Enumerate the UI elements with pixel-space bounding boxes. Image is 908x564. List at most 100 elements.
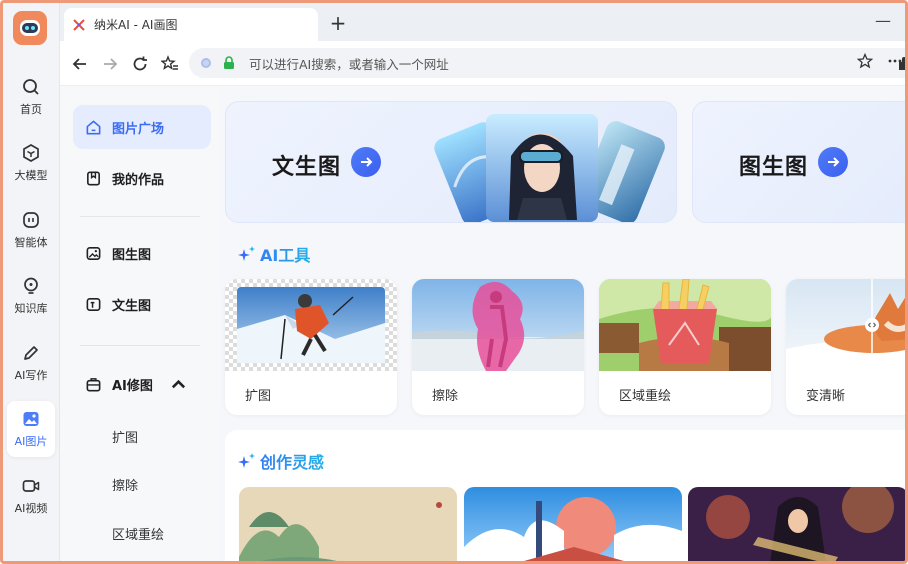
main-content: 文生图 图生图 AI工具 扩图 擦除 区域重绘 变清晰 创作灵感 — [220, 86, 905, 561]
tool-thumbnail — [786, 279, 905, 371]
arrow-right-icon — [104, 58, 118, 70]
tool-label: 区域重绘 — [619, 389, 672, 404]
tab-title: 纳米AI - AI画图 — [94, 18, 178, 32]
arrow-right-circle-icon — [351, 147, 381, 177]
sidebar-item-my-works[interactable]: 我的作品 — [73, 156, 211, 200]
sidebar-item-label: 我的作品 — [112, 172, 165, 188]
sidebar-item-label: 文生图 — [112, 298, 152, 314]
address-placeholder: 可以进行AI搜索，或者输入一个网址 — [249, 56, 449, 72]
tool-card-erase[interactable]: 擦除 — [412, 279, 584, 415]
new-tab-button[interactable]: + — [326, 11, 350, 35]
address-bar[interactable]: 可以进行AI搜索，或者输入一个网址 — [189, 48, 905, 78]
star-list-icon — [161, 55, 178, 70]
tool-thumbnail — [412, 279, 584, 371]
toolbox-icon — [86, 377, 101, 391]
rail-item-ai-image[interactable]: AI图片 — [7, 401, 55, 457]
minimize-button[interactable]: — — [875, 11, 891, 30]
image-sidebar: 图片广场 我的作品 图生图 文生图 AI修图 扩图 擦除 区域重绘 — [60, 86, 220, 561]
sidebar-item-label: AI修图 — [112, 378, 153, 394]
sidebar-subitem-region-redraw[interactable]: 区域重绘 — [112, 524, 164, 543]
rail-label: AI写作 — [14, 369, 48, 382]
inspiration-panel: 创作灵感 — [225, 430, 905, 561]
sidebar-divider — [80, 345, 200, 346]
rail-label: 智能体 — [14, 236, 48, 249]
nami-favicon-icon — [73, 18, 85, 31]
home-icon — [86, 120, 101, 134]
tool-label: 扩图 — [245, 389, 272, 404]
hero-card-img2img[interactable]: 图生图 — [692, 101, 905, 223]
rail-label: AI视频 — [14, 502, 48, 515]
sidebar-item-img2img[interactable]: 图生图 — [73, 231, 211, 275]
browser-tab[interactable]: 纳米AI - AI画图 — [64, 8, 318, 41]
tool-label: 擦除 — [432, 389, 459, 404]
site-status-icon — [201, 58, 211, 68]
robot-logo-icon — [20, 20, 40, 36]
tool-label: 变清晰 — [806, 389, 846, 404]
favorites-list-button[interactable] — [157, 51, 183, 77]
hero-title: 图生图 — [739, 155, 809, 180]
hero-card-txt2img[interactable]: 文生图 — [225, 101, 677, 223]
sidebar-item-txt2img[interactable]: 文生图 — [73, 282, 211, 326]
rail-label: 知识库 — [14, 302, 48, 315]
sidebar-subitem-expand[interactable]: 扩图 — [112, 427, 138, 446]
rail-item-agents[interactable]: 智能体 — [7, 202, 55, 258]
sidebar-group-ai-edit[interactable]: AI修图 — [73, 362, 211, 406]
rail-label: AI图片 — [14, 435, 48, 448]
app-logo[interactable] — [13, 11, 47, 45]
video-icon — [22, 480, 40, 492]
rail-item-video[interactable]: AI视频 — [7, 468, 55, 524]
rail-label: 大模型 — [14, 169, 48, 182]
rail-item-knowledge[interactable]: 知识库 — [7, 268, 55, 324]
pen-icon — [24, 346, 38, 360]
hero-title: 文生图 — [272, 155, 342, 180]
section-ai-tools: AI工具 — [238, 242, 310, 266]
inspiration-card[interactable] — [688, 487, 905, 561]
tool-thumbnail — [599, 279, 771, 371]
bulb-icon — [24, 277, 38, 294]
section-title: AI工具 — [260, 246, 311, 265]
extension-icon[interactable] — [895, 55, 908, 73]
inspiration-card[interactable] — [239, 487, 457, 561]
inspiration-image — [688, 487, 905, 561]
cube-icon — [23, 144, 39, 162]
browser-tabstrip: 纳米AI - AI画图 + — — [60, 3, 905, 41]
app-window: 首页 大模型 智能体 知识库 AI写作 AI图片 AI视频 纳米AI - AI画… — [0, 0, 908, 564]
rail-item-home[interactable]: 首页 — [7, 69, 55, 125]
reload-icon — [133, 56, 147, 71]
inspiration-image — [464, 487, 682, 561]
rail-item-writing[interactable]: AI写作 — [7, 335, 55, 391]
sidebar-item-plaza[interactable]: 图片广场 — [73, 105, 211, 149]
search-icon — [23, 79, 39, 95]
hero-illustration — [434, 114, 665, 222]
text-image-icon — [86, 297, 101, 311]
image-plus-icon — [86, 246, 101, 260]
inspiration-card[interactable] — [464, 487, 682, 561]
reload-button[interactable] — [127, 51, 153, 77]
bookmark-icon — [87, 171, 100, 185]
arrow-left-icon — [72, 58, 86, 70]
tool-thumbnail — [225, 279, 397, 371]
browser-toolbar: 可以进行AI搜索，或者输入一个网址 — [60, 41, 905, 86]
sidebar-subitem-erase[interactable]: 擦除 — [112, 475, 138, 494]
app-rail: 首页 大模型 智能体 知识库 AI写作 AI图片 AI视频 — [3, 3, 60, 561]
rail-item-models[interactable]: 大模型 — [7, 135, 55, 191]
section-inspiration: 创作灵感 — [238, 449, 324, 473]
back-button[interactable] — [67, 51, 93, 77]
tool-card-region-redraw[interactable]: 区域重绘 — [599, 279, 771, 415]
sparkle-icon — [238, 453, 255, 468]
inspiration-image — [239, 487, 457, 561]
image-icon — [23, 412, 39, 426]
bookmark-star-icon[interactable] — [857, 53, 873, 69]
lock-icon — [224, 56, 234, 69]
forward-button[interactable] — [97, 51, 123, 77]
section-title: 创作灵感 — [260, 453, 325, 472]
arrow-right-circle-icon — [818, 147, 848, 177]
sidebar-item-label: 图生图 — [112, 247, 152, 263]
tool-card-expand[interactable]: 扩图 — [225, 279, 397, 415]
chevron-up-icon — [171, 379, 186, 389]
sparkle-icon — [238, 246, 255, 261]
sidebar-item-label: 图片广场 — [112, 121, 165, 137]
agent-icon — [23, 212, 39, 228]
tool-card-enhance[interactable]: 变清晰 — [786, 279, 905, 415]
rail-label: 首页 — [20, 103, 42, 116]
